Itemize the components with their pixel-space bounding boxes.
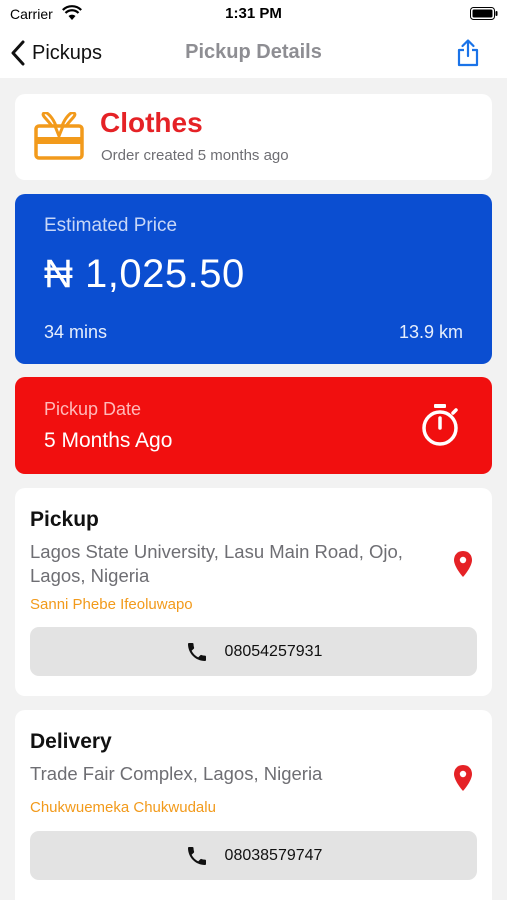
delivery-contact-name: Chukwuemeka Chukwudalu bbox=[30, 799, 216, 816]
share-icon[interactable] bbox=[455, 38, 481, 68]
pickup-address: Lagos State University, Lasu Main Road, … bbox=[30, 541, 403, 586]
price-label: Estimated Price bbox=[44, 215, 178, 236]
location-pin-icon[interactable] bbox=[452, 550, 474, 578]
price-value: ₦ 1,025.50 bbox=[44, 252, 245, 296]
estimated-price-card: Estimated Price ₦ 1,025.50 34 mins 13.9 … bbox=[15, 194, 492, 364]
delivery-phone-number: 08038579747 bbox=[224, 846, 323, 864]
order-created-label: Order created 5 months ago bbox=[101, 147, 289, 164]
back-button[interactable]: Pickups bbox=[10, 38, 102, 68]
delivery-address: Trade Fair Complex, Lagos, Nigeria bbox=[30, 763, 323, 784]
delivery-call-button[interactable]: 08038579747 bbox=[30, 831, 477, 880]
pickup-card: Pickup Lagos State University, Lasu Main… bbox=[15, 488, 492, 696]
location-pin-icon[interactable] bbox=[452, 764, 474, 792]
status-bar: Carrier 1:31 PM bbox=[0, 0, 507, 28]
battery-icon bbox=[470, 7, 498, 20]
delivery-title: Delivery bbox=[30, 730, 112, 753]
delivery-card: Delivery Trade Fair Complex, Lagos, Nige… bbox=[15, 710, 492, 900]
pickup-phone-number: 08054257931 bbox=[224, 642, 323, 660]
stopwatch-icon bbox=[422, 404, 458, 446]
navigation-bar: Pickups Pickup Details bbox=[0, 28, 507, 78]
phone-icon bbox=[187, 846, 206, 865]
phone-icon bbox=[187, 642, 206, 661]
category-title: Clothes bbox=[100, 107, 203, 138]
distance-label: 13.9 km bbox=[398, 322, 463, 342]
pickup-contact-name: Sanni Phebe Ifeoluwapo bbox=[30, 596, 193, 613]
category-card: Clothes Order created 5 months ago bbox=[15, 94, 492, 180]
pickup-title: Pickup bbox=[30, 508, 99, 531]
back-label: Pickups bbox=[32, 41, 103, 64]
pickup-date-label: Pickup Date bbox=[44, 399, 142, 419]
status-time: 1:31 PM bbox=[225, 5, 282, 22]
pickup-call-button[interactable]: 08054257931 bbox=[30, 627, 477, 676]
gift-icon bbox=[34, 112, 84, 160]
pickup-date-value: 5 Months Ago bbox=[44, 429, 173, 452]
back-chevron-icon bbox=[11, 40, 25, 66]
pickup-date-card: Pickup Date 5 Months Ago bbox=[15, 377, 492, 474]
duration-label: 34 mins bbox=[44, 322, 108, 342]
